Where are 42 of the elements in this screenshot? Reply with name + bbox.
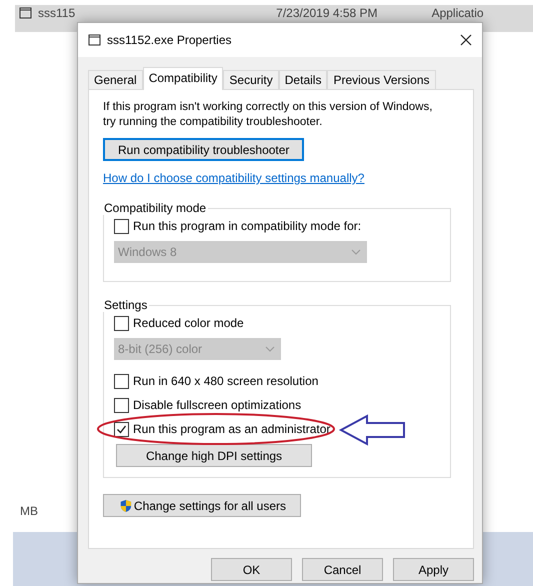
checkbox-row[interactable]: Run this program in compatibility mode for: [114,217,362,235]
checkbox-label: Disable fullscreen optimizations [133,398,302,412]
checkbox-row[interactable]: Reduced color mode [114,314,244,332]
shield-icon [120,498,132,514]
checkbox[interactable] [114,374,129,388]
window-icon [88,34,101,46]
checkbox-label: Reduced color mode [133,316,244,330]
group-title: Settings [103,298,148,312]
window-title: sss1152.exe Properties [107,33,233,47]
checkbox[interactable] [114,218,129,234]
intro-text: If this program isn't working correctly on this version of Windows, try running the compatibility troubleshooter. [103,100,433,130]
file-size: MB [20,505,38,518]
checkbox-label: Run this program as an administrator [133,422,330,436]
troubleshooter-button[interactable]: Run compatibility troubleshooter [103,138,304,161]
chevron-icon [265,346,275,352]
checkbox-label: Run this program in compatibility mode for: [133,219,362,233]
chevron-icon [351,249,361,255]
window-icon [19,7,32,19]
all-users-button[interactable]: Change settings for all users [103,494,301,517]
dialog-button[interactable]: Apply [393,558,474,581]
checkbox[interactable] [114,316,129,330]
close-icon[interactable] [460,34,472,46]
dpi-button[interactable]: Change high DPI settings [116,444,312,467]
tab[interactable]: Previous Versions [327,70,436,89]
group-title: Compatibility mode [103,201,208,215]
help-link[interactable]: How do I choose compatibility settings manually? [103,171,364,185]
file-type: Applicatio [432,7,484,20]
dialog-button[interactable]: OK [211,558,292,581]
checkbox-label: Run in 640 x 480 screen resolution [133,374,318,388]
checkbox[interactable] [114,398,129,412]
tab[interactable]: Details [278,70,328,89]
file-name: sss115 [38,7,76,20]
tab[interactable]: Security [223,70,279,89]
tab[interactable]: General [88,70,143,89]
check-icon [116,424,127,434]
tab[interactable]: Compatibility [142,67,224,90]
checkbox-row[interactable]: Run in 640 x 480 screen resolution [114,372,318,390]
arrow-icon [340,415,406,445]
checkbox[interactable] [114,422,129,436]
file-date: 7/23/2019 4:58 PM [276,7,378,20]
dialog-button[interactable]: Cancel [302,558,383,581]
checkbox-row[interactable]: Disable fullscreen optimizations [114,396,302,414]
